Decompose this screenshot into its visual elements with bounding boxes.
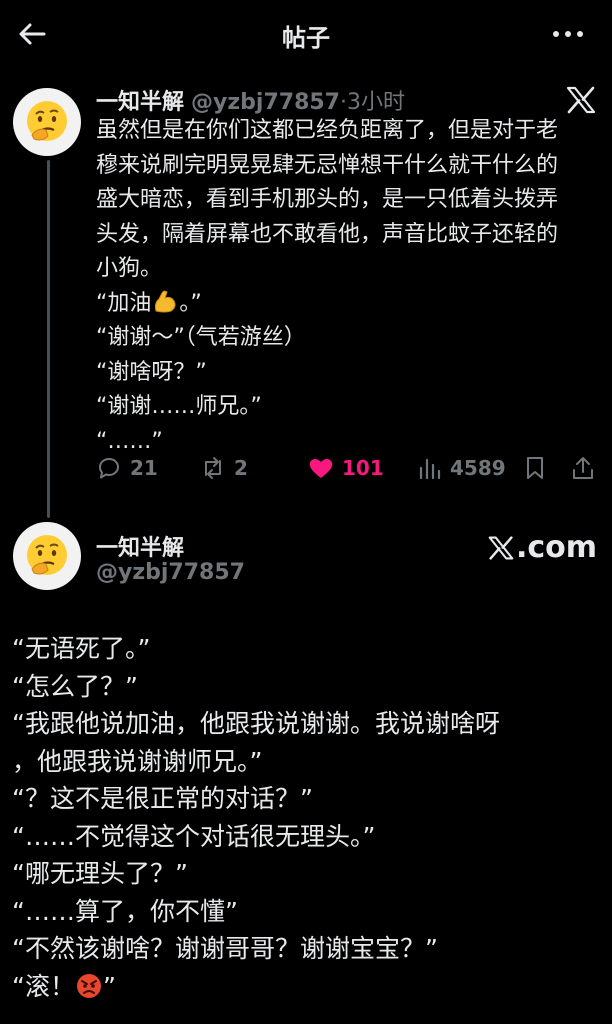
separator: · <box>340 90 347 115</box>
x-logo-icon <box>566 86 596 114</box>
avatar[interactable] <box>13 88 81 156</box>
more-icon[interactable] <box>552 22 584 46</box>
angry-face-emoji <box>76 973 101 998</box>
dialog-line: “……算了，你不懂” <box>12 896 238 926</box>
dialog-line: “哪无理头了？” <box>12 859 188 888</box>
dialog-line: “无语死了。” <box>12 634 151 663</box>
dialog-line: “我跟他说加油，他跟我说谢谢。我说谢啥呀 <box>12 709 500 738</box>
author-name[interactable]: 一知半解 <box>96 530 184 562</box>
dialog-line: “……不觉得这个对话很无理头。” <box>12 821 376 851</box>
bookmark-button[interactable] <box>522 450 556 486</box>
views-button[interactable]: 4589 <box>416 450 506 486</box>
dialog-text: “滚！ <box>12 971 75 1001</box>
post-actions: 21 2 101 4589 <box>96 450 606 486</box>
post-header: 一知半解 @yzbj77857·3小时 <box>96 84 405 116</box>
top-bar: 帖子 <box>0 0 612 72</box>
like-count: 101 <box>342 456 384 480</box>
views-icon <box>419 458 441 480</box>
post-line: 小狗。 <box>96 256 163 281</box>
dialog-line: ，他跟我说谢谢师兄。” <box>12 746 263 776</box>
like-button[interactable]: 101 <box>308 450 384 486</box>
author-handle[interactable]: @yzbj77857 <box>96 560 245 585</box>
bookmark-icon <box>527 457 543 479</box>
reply-button[interactable]: 21 <box>96 450 158 486</box>
post-time[interactable]: 3小时 <box>347 90 405 115</box>
dialog-line: “谢谢……师兄。” <box>96 394 262 419</box>
thread-line <box>47 160 50 518</box>
dialog-line: “谢啥呀？” <box>96 359 207 385</box>
dialog-line: “谢谢～”（气若游丝） <box>96 325 306 350</box>
dialog-line: “滚！ ” <box>12 968 608 1006</box>
reply-icon <box>98 457 119 479</box>
dialog-text: 。” <box>179 290 202 316</box>
flexed-biceps-emoji <box>155 290 176 312</box>
post-text: “无语死了。” “怎么了？” “我跟他说加油，他跟我说谢谢。我说谢啥呀 ，他跟我… <box>12 630 608 1005</box>
thinking-face-emoji <box>27 101 67 141</box>
repost-button[interactable]: 2 <box>200 450 248 486</box>
avatar[interactable] <box>13 522 81 590</box>
reply-count: 21 <box>130 456 158 480</box>
post-line: 穆来说刷完明晃晃肆无忌惮想干什么就干什么的 <box>96 152 559 178</box>
dialog-line: “加油 。” <box>96 287 606 322</box>
dialog-line: “不然该谢啥？谢谢哥哥？谢谢宝宝？” <box>12 934 438 963</box>
share-button[interactable] <box>570 450 604 486</box>
post-text: 虽然但是在你们这都已经负距离了，但是对于老 穆来说刷完明晃晃肆无忌惮想干什么就干… <box>96 114 606 459</box>
post-line: 虽然但是在你们这都已经负距离了，但是对于老 <box>96 118 559 143</box>
views-count: 4589 <box>450 456 506 480</box>
author-handle[interactable]: @yzbj77857 <box>191 90 340 115</box>
page-title: 帖子 <box>282 24 330 52</box>
dialog-line: “？这不是很正常的对话？” <box>12 784 313 813</box>
heart-icon <box>309 459 333 478</box>
post-line: 盛大暗恋，看到手机那头的，是一只低着头拨弄 <box>96 187 559 212</box>
dialog-text: “加油 <box>96 290 152 316</box>
share-icon <box>573 457 593 479</box>
repost-count: 2 <box>234 456 248 480</box>
brand-suffix: .com <box>516 530 598 565</box>
thinking-face-emoji <box>27 535 67 575</box>
dialog-text: ” <box>102 971 116 1001</box>
author-name[interactable]: 一知半解 <box>96 90 184 115</box>
post-line: 头发，隔着屏幕也不敢看他，声音比蚊子还轻的 <box>96 221 559 247</box>
dialog-line: “怎么了？” <box>12 671 138 701</box>
x-com-watermark: .com <box>488 530 597 565</box>
x-logo-icon <box>488 535 514 560</box>
repost-icon <box>205 457 221 479</box>
